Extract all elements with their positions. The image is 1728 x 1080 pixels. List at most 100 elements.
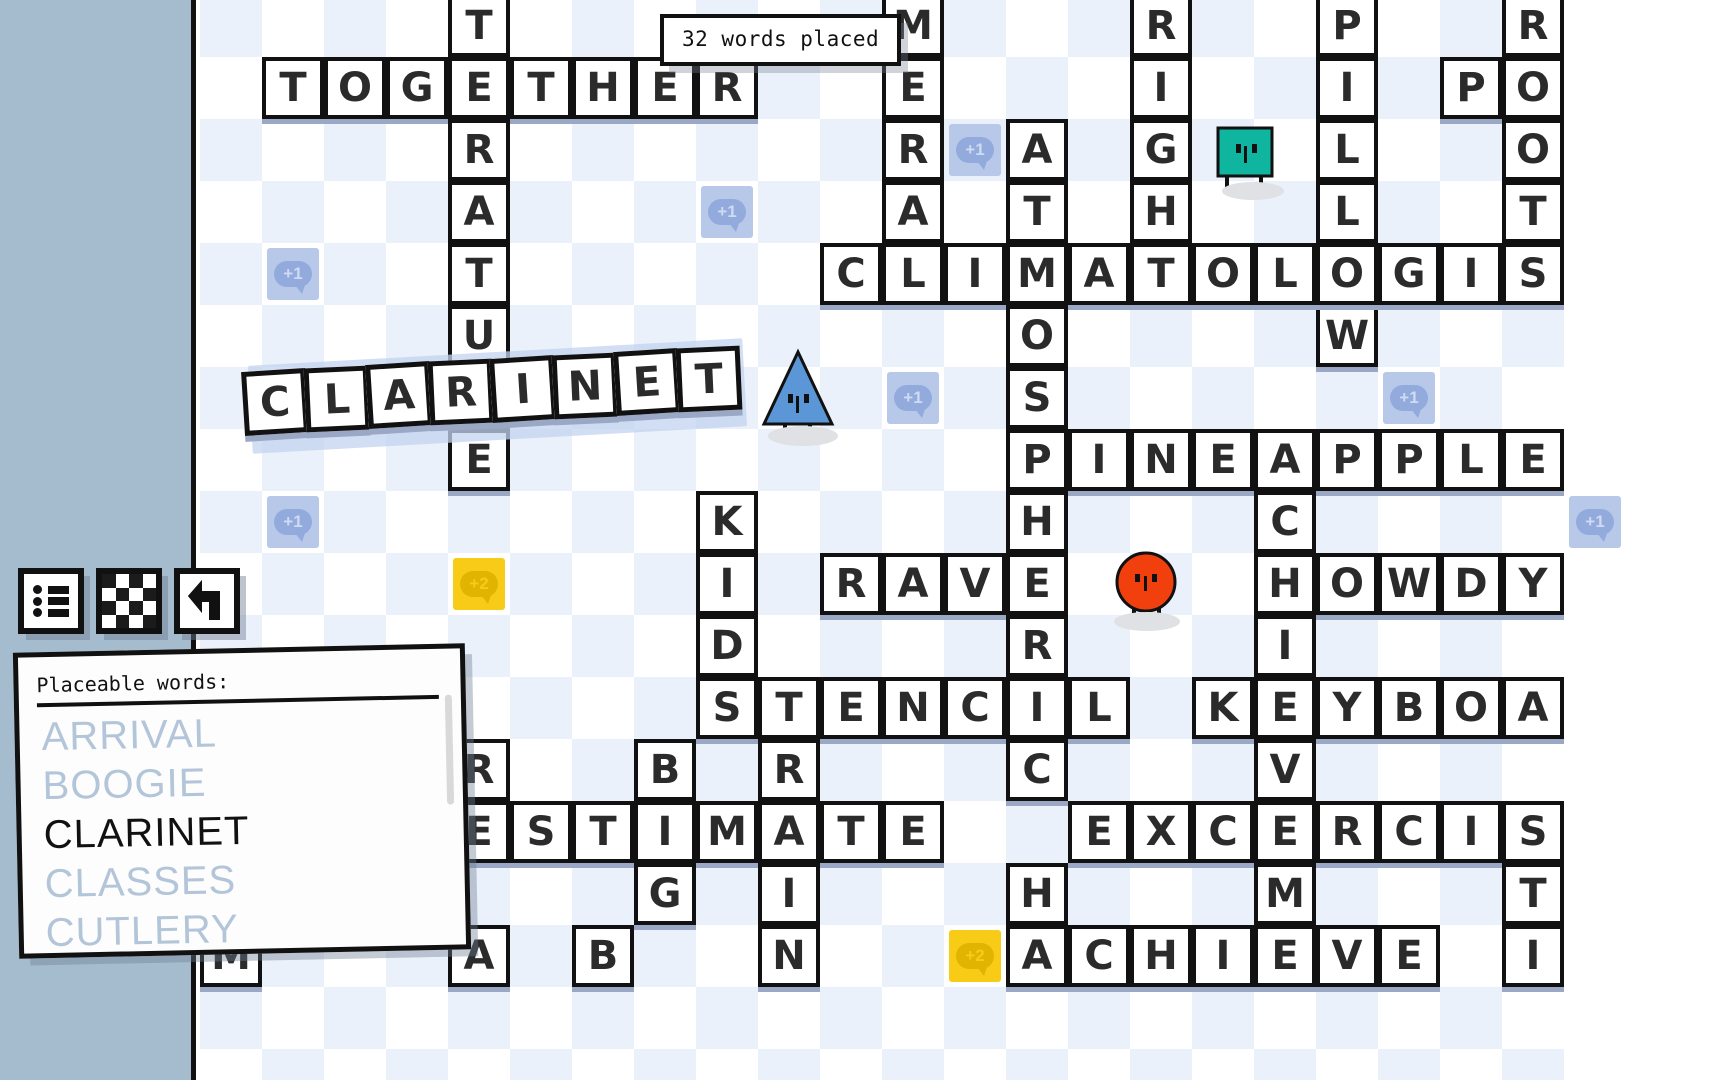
letter-tile[interactable]: B <box>634 739 696 801</box>
board-cell[interactable] <box>1068 491 1130 553</box>
letter-tile[interactable]: E <box>820 677 882 739</box>
letter-tile[interactable]: B <box>1378 677 1440 739</box>
board-cell[interactable] <box>1130 739 1192 801</box>
board-cell[interactable] <box>510 925 572 987</box>
letter-tile[interactable]: Y <box>1502 553 1564 615</box>
dragged-letter-tile[interactable]: R <box>427 358 495 426</box>
board-cell[interactable] <box>200 57 262 119</box>
letter-tile[interactable]: T <box>1502 863 1564 925</box>
dragged-letter-tile[interactable]: N <box>551 352 619 419</box>
bonus-tile[interactable]: +1 <box>944 119 1006 181</box>
letter-tile[interactable]: T <box>758 677 820 739</box>
letter-tile[interactable]: D <box>696 615 758 677</box>
board-cell[interactable] <box>1440 181 1502 243</box>
letter-tile[interactable]: I <box>634 801 696 863</box>
board-cell[interactable] <box>882 739 944 801</box>
letter-tile[interactable]: C <box>1192 801 1254 863</box>
board-cell[interactable] <box>820 1049 882 1080</box>
board-cell[interactable] <box>758 491 820 553</box>
letter-tile[interactable]: H <box>1006 863 1068 925</box>
board-cell[interactable] <box>882 987 944 1049</box>
letter-tile[interactable]: I <box>1130 57 1192 119</box>
letter-tile[interactable]: T <box>262 57 324 119</box>
board-cell[interactable] <box>200 491 262 553</box>
letter-tile[interactable]: L <box>1316 181 1378 243</box>
board-cell[interactable] <box>1192 367 1254 429</box>
board-cell[interactable] <box>262 0 324 57</box>
board-cell[interactable] <box>1378 57 1440 119</box>
board-cell[interactable] <box>200 243 262 305</box>
letter-tile[interactable]: H <box>1254 553 1316 615</box>
board-cell[interactable] <box>572 739 634 801</box>
undo-button[interactable] <box>174 568 240 634</box>
board-cell[interactable] <box>1254 0 1316 57</box>
board-cell[interactable] <box>634 677 696 739</box>
board-cell[interactable] <box>696 863 758 925</box>
board-cell[interactable] <box>324 0 386 57</box>
letter-tile[interactable]: I <box>1502 925 1564 987</box>
board-cell[interactable] <box>820 181 882 243</box>
letter-tile[interactable]: R <box>696 57 758 119</box>
letter-tile[interactable]: I <box>1316 57 1378 119</box>
letter-tile[interactable]: L <box>882 243 944 305</box>
bonus-tile[interactable]: +1 <box>882 367 944 429</box>
board-cell[interactable] <box>572 677 634 739</box>
board-cell[interactable] <box>1316 863 1378 925</box>
letter-tile[interactable]: I <box>758 863 820 925</box>
letter-tile[interactable]: E <box>634 57 696 119</box>
board-cell[interactable] <box>510 1049 572 1080</box>
board-cell[interactable] <box>200 181 262 243</box>
board-cell[interactable] <box>758 987 820 1049</box>
board-cell[interactable] <box>262 181 324 243</box>
board-cell[interactable] <box>510 0 572 57</box>
board-cell[interactable] <box>510 243 572 305</box>
letter-tile[interactable]: I <box>1254 615 1316 677</box>
board-cell[interactable] <box>944 615 1006 677</box>
letter-tile[interactable]: G <box>1130 119 1192 181</box>
board-cell[interactable] <box>1192 863 1254 925</box>
board-cell[interactable] <box>944 987 1006 1049</box>
letter-tile[interactable]: A <box>882 553 944 615</box>
character-teal[interactable] <box>1216 126 1296 206</box>
bonus-tile[interactable]: +1 <box>1378 367 1440 429</box>
board-cell[interactable] <box>1316 491 1378 553</box>
letter-tile[interactable]: O <box>1006 305 1068 367</box>
board-cell[interactable] <box>1440 925 1502 987</box>
letter-tile[interactable]: I <box>1192 925 1254 987</box>
board-cell[interactable] <box>1378 863 1440 925</box>
board-cell[interactable] <box>262 553 324 615</box>
board-cell[interactable] <box>1316 367 1378 429</box>
board-cell[interactable] <box>386 987 448 1049</box>
board-cell[interactable] <box>1254 367 1316 429</box>
board-cell[interactable] <box>510 181 572 243</box>
letter-tile[interactable]: C <box>1254 491 1316 553</box>
letter-tile[interactable]: L <box>1440 429 1502 491</box>
letter-tile[interactable]: P <box>1316 0 1378 57</box>
board-cell[interactable] <box>572 0 634 57</box>
letter-tile[interactable]: C <box>944 677 1006 739</box>
letter-tile[interactable]: C <box>1068 925 1130 987</box>
letter-tile[interactable]: P <box>1316 429 1378 491</box>
letter-tile[interactable]: E <box>1006 553 1068 615</box>
board-cell[interactable] <box>1378 739 1440 801</box>
board-cell[interactable] <box>1130 677 1192 739</box>
board-cell[interactable] <box>262 1049 324 1080</box>
letter-tile[interactable]: C <box>820 243 882 305</box>
board-cell[interactable] <box>944 181 1006 243</box>
letter-tile[interactable]: M <box>1254 863 1316 925</box>
board-cell[interactable] <box>386 0 448 57</box>
letter-tile[interactable]: A <box>1502 677 1564 739</box>
board-cell[interactable] <box>1192 57 1254 119</box>
letter-tile[interactable]: P <box>1378 429 1440 491</box>
board-cell[interactable] <box>448 491 510 553</box>
letter-tile[interactable]: E <box>448 57 510 119</box>
board-cell[interactable] <box>634 553 696 615</box>
letter-tile[interactable]: H <box>1130 925 1192 987</box>
board-cell[interactable] <box>820 925 882 987</box>
board-cell[interactable] <box>820 57 882 119</box>
board-cell[interactable] <box>944 367 1006 429</box>
bonus-tile[interactable]: +1 <box>262 491 324 553</box>
letter-tile[interactable]: E <box>1378 925 1440 987</box>
letter-tile[interactable]: G <box>634 863 696 925</box>
letter-tile[interactable]: L <box>1068 677 1130 739</box>
